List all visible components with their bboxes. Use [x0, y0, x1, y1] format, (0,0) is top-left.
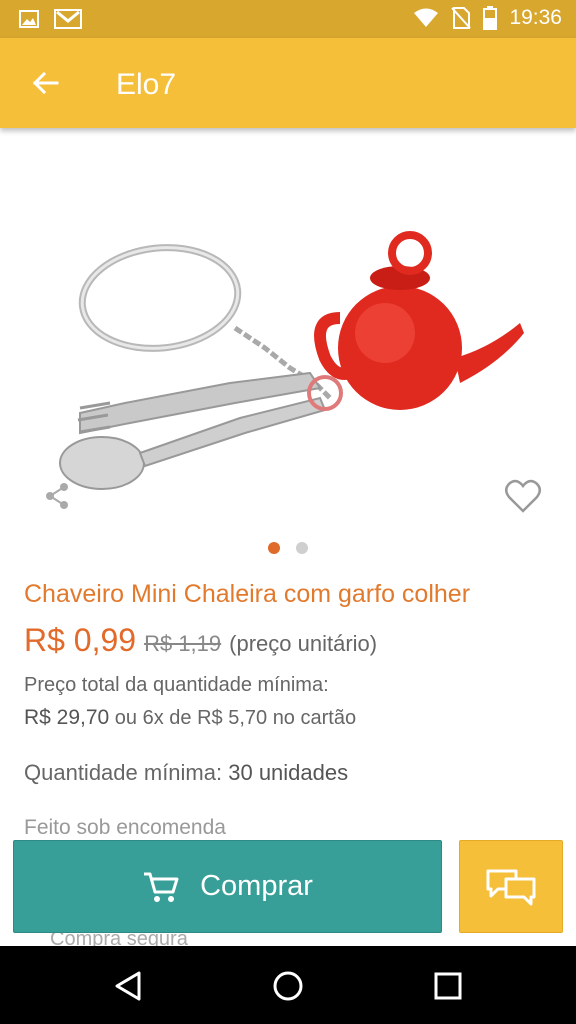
- share-button[interactable]: [42, 481, 72, 511]
- triangle-back-icon: [115, 971, 141, 1001]
- bottom-action-bar: Comprar: [0, 828, 576, 946]
- app-bar: Elo7: [0, 38, 576, 128]
- buy-button-label: Comprar: [200, 870, 313, 902]
- gmail-icon: [54, 9, 82, 29]
- price-row: R$ 0,99 R$ 1,19 (preço unitário): [24, 622, 377, 659]
- product-detail[interactable]: Chaveiro Mini Chaleira com garfo colher …: [0, 128, 576, 946]
- nav-back-button[interactable]: [108, 966, 148, 1006]
- product-image[interactable]: [40, 198, 540, 508]
- pager-dot[interactable]: [296, 542, 308, 554]
- android-nav-bar: [0, 946, 576, 1024]
- share-icon: [46, 483, 68, 509]
- battery-icon: [483, 6, 498, 30]
- system-icons: 19:36: [413, 6, 562, 30]
- product-name: Chaveiro Mini Chaleira com garfo colher: [24, 580, 471, 608]
- chat-bubbles-icon: [486, 869, 536, 905]
- wifi-icon: [414, 8, 439, 27]
- no-sim-icon: [451, 7, 472, 29]
- minimum-quantity-value: 30 unidades: [228, 760, 349, 785]
- buy-button[interactable]: Comprar: [13, 840, 442, 933]
- app-title: Elo7: [116, 68, 177, 101]
- current-price: R$ 0,99: [24, 622, 137, 658]
- unit-price-note: (preço unitário): [229, 631, 378, 656]
- pager-dot-active[interactable]: [268, 542, 280, 554]
- status-bar: 19:36: [0, 0, 576, 38]
- heart-icon: [505, 479, 541, 513]
- installments-text: ou 6x de R$ 5,70 no cartão: [114, 707, 357, 729]
- square-recents-icon: [434, 972, 462, 1000]
- nav-home-button[interactable]: [268, 966, 308, 1006]
- total-price-row: R$ 29,70 ou 6x de R$ 5,70 no cartão: [24, 706, 356, 730]
- favorite-button[interactable]: [504, 478, 542, 514]
- image-icon: [19, 10, 39, 28]
- circle-home-icon: [273, 971, 303, 1001]
- chat-button[interactable]: [459, 840, 563, 933]
- back-button[interactable]: [26, 64, 64, 102]
- image-pager: [0, 542, 576, 554]
- nav-recents-button[interactable]: [428, 966, 468, 1006]
- notification-icons: [18, 8, 82, 30]
- total-price-label: Preço total da quantidade mínima:: [24, 674, 329, 696]
- total-price: R$ 29,70: [24, 706, 110, 729]
- old-price: R$ 1,19: [144, 631, 222, 656]
- cart-icon: [144, 872, 179, 902]
- minimum-quantity: Quantidade mínima: 30 unidades: [24, 760, 348, 786]
- arrow-left-icon: [32, 71, 59, 95]
- minimum-quantity-label: Quantidade mínima:: [24, 760, 223, 785]
- clock: 19:36: [509, 6, 562, 29]
